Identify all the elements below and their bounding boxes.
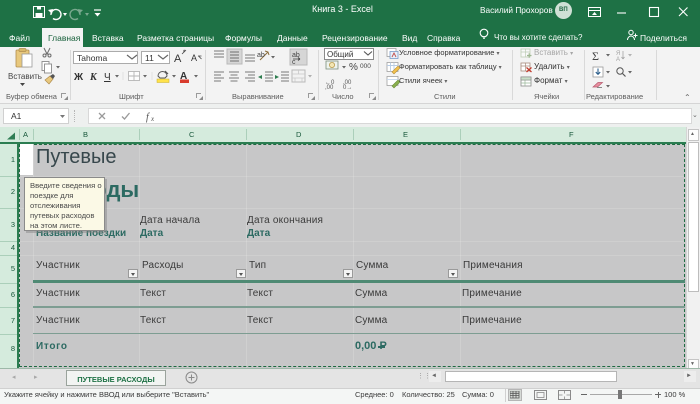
svg-text:Σ: Σ xyxy=(592,49,599,63)
svg-text:c: c xyxy=(292,59,296,66)
svg-text:f: f xyxy=(146,112,150,123)
svg-text:000: 000 xyxy=(360,63,371,70)
svg-text:А: А xyxy=(616,57,620,63)
svg-text:x: x xyxy=(150,115,155,123)
svg-text:Ж: Ж xyxy=(73,72,84,83)
svg-text:%: % xyxy=(349,62,358,73)
svg-text:,00: ,00 xyxy=(325,85,334,91)
svg-text:А: А xyxy=(174,53,182,65)
svg-text:К: К xyxy=(89,72,98,83)
svg-text:0→: 0→ xyxy=(343,85,352,91)
svg-text:А: А xyxy=(191,53,197,63)
svg-text:ab: ab xyxy=(257,52,265,59)
svg-text:Ч: Ч xyxy=(104,72,111,83)
